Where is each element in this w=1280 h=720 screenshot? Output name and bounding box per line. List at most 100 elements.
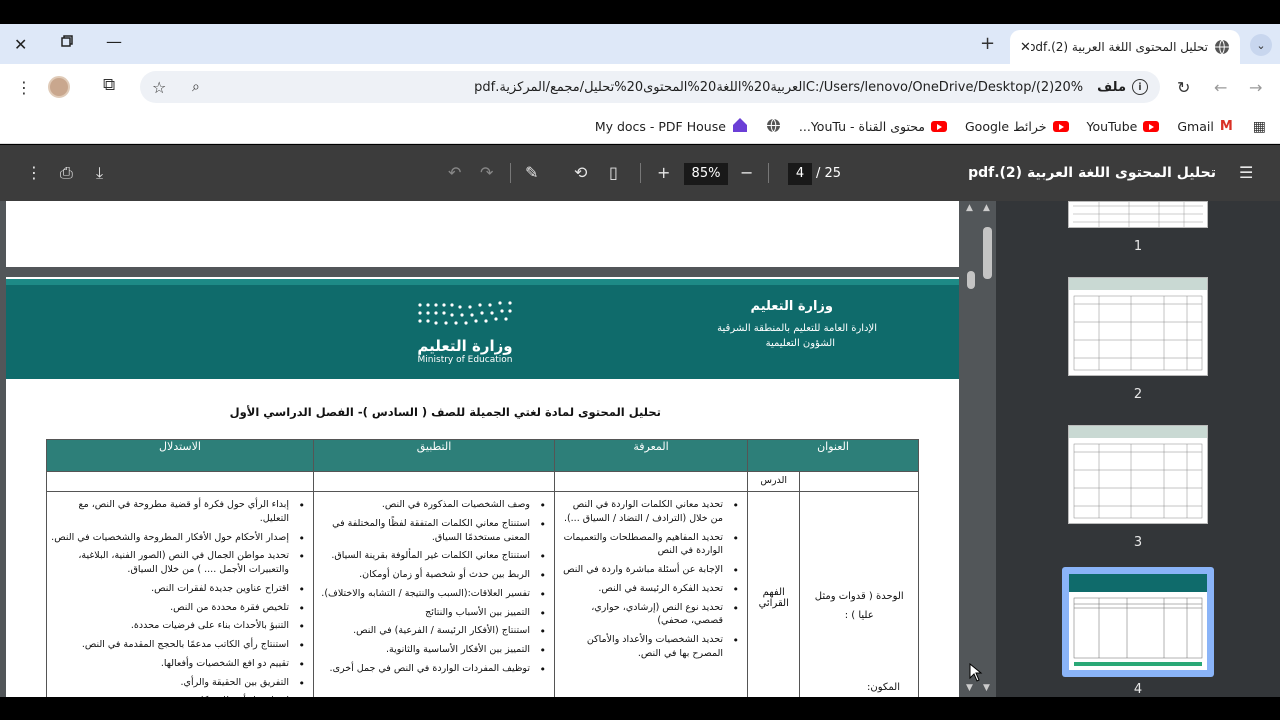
forward-icon[interactable]: →: [1249, 78, 1262, 97]
header-knowledge: المعرفة: [554, 439, 748, 472]
scroll-down-arrow-icon[interactable]: ▼: [966, 683, 973, 693]
tab-search-icon[interactable]: ⌄: [1250, 34, 1272, 56]
undo-icon[interactable]: ↶: [448, 163, 461, 182]
scroll-up-arrow-icon[interactable]: ▲: [983, 203, 990, 213]
pdf-toolbar: ☰ تحليل المحتوى اللغة العربية (2).pdf / …: [0, 145, 1280, 201]
pdf-viewer: وزارة التعليم الإدارة العامة للتعليم بال…: [0, 201, 1280, 697]
list-item: الإجابة عن أسئلة مباشرة واردة في النص: [559, 563, 739, 579]
subheader-empty-cell: [799, 471, 919, 492]
mouse-cursor-icon: [969, 663, 983, 682]
reload-icon[interactable]: ↻: [1177, 78, 1190, 97]
list-item: استنتاج معاني الكلمات المتفقة لفظًا والم…: [318, 517, 546, 545]
scroll-up-arrow-icon[interactable]: ▲: [966, 203, 973, 213]
header-title: العنوان: [747, 439, 919, 472]
ministry-name: وزارة التعليم: [750, 299, 834, 314]
info-icon[interactable]: i: [1132, 79, 1148, 95]
minimize-window-icon[interactable]: —: [106, 32, 122, 51]
thumbnail-page-selected[interactable]: [1068, 573, 1208, 671]
list-item: الربط بين حدث أو شخصية أو زمان أومكان.: [318, 568, 546, 584]
rotate-icon[interactable]: ⟲: [574, 163, 587, 182]
file-chip: ملف: [1097, 79, 1126, 95]
zoom-out-icon[interactable]: −: [740, 163, 753, 182]
close-window-icon[interactable]: ✕: [14, 35, 27, 54]
list-item: تحديد نوع النص (إرشادي، حواري، قصصي، صحف…: [559, 601, 739, 629]
download-icon[interactable]: ⤓: [96, 163, 103, 183]
list-item: استنتاج (الأفكار الرئيسة / الفرعية) في ا…: [318, 624, 546, 640]
youtube-icon: [1143, 121, 1160, 132]
pdf-page-current: وزارة التعليم الإدارة العامة للتعليم بال…: [6, 277, 959, 697]
address-text[interactable]: C:/Users/lenovo/OneDrive/Desktop/(2)20%ا…: [152, 80, 1083, 95]
annotate-icon[interactable]: ✎: [525, 163, 538, 182]
thumbnail-page[interactable]: [1068, 425, 1208, 524]
bookmark-pdf-house[interactable]: My docs - PDF House: [595, 117, 748, 136]
fit-page-icon[interactable]: ▯: [609, 163, 618, 182]
empty-cell: [313, 471, 555, 492]
thumb-scrollbar-thumb[interactable]: [983, 227, 992, 279]
list-item: اقتراح عناوين جديدة لفقرات النص.: [51, 582, 305, 598]
page-total: / 25: [816, 166, 842, 181]
list-item: وصف الشخصيات المذكورة في النص.: [318, 498, 546, 514]
globe-icon: [1214, 39, 1230, 55]
omnibox[interactable]: i ملف C:/Users/lenovo/OneDrive/Desktop/(…: [140, 71, 1160, 103]
close-tab-icon[interactable]: ✕: [1020, 40, 1031, 55]
logo-arabic-text: وزارة التعليم: [417, 337, 513, 355]
pdf-page-previous: [6, 201, 959, 267]
profile-avatar[interactable]: [48, 76, 70, 98]
pdf-menu-icon[interactable]: ☰: [1239, 163, 1253, 182]
back-icon[interactable]: ←: [1214, 78, 1227, 97]
knowledge-list: تحديد معاني الكلمات الواردة في النص من خ…: [555, 492, 747, 661]
table-header-row: العنوان المعرفة التطبيق الاستدلال: [46, 439, 919, 472]
toolbar-divider: [768, 163, 769, 183]
thumbnail-number: 1: [1133, 239, 1143, 254]
page-number-input[interactable]: 4: [788, 163, 812, 185]
list-item: التمييز بين الأفكار الأساسية والثانوية.: [318, 643, 546, 659]
tab-title: تحليل المحتوى اللغة العربية (2).pdf: [1030, 40, 1208, 54]
unit-label: الوحدة ( قدوات ومثل عليا ) :: [814, 591, 904, 621]
bookmarks-bar: ▦ M Gmail YouTube خرائط Google محتوى الق…: [0, 110, 1280, 144]
new-tab-icon[interactable]: +: [980, 33, 995, 54]
more-options-icon[interactable]: ⋮: [26, 163, 42, 182]
zoom-search-icon[interactable]: ⌕: [192, 79, 200, 95]
component-label: المكون:: [866, 682, 900, 693]
extensions-icon[interactable]: ⧉: [103, 75, 115, 95]
active-tab[interactable]: تحليل المحتوى اللغة العربية (2).pdf ✕: [1010, 30, 1240, 64]
zoom-in-icon[interactable]: +: [657, 163, 670, 182]
bottom-black-bar: [0, 697, 1280, 720]
reasoning-cell: إبداء الرأي حول فكرة أو قضية مطروحة في ا…: [46, 490, 314, 697]
bookmark-youtube[interactable]: YouTube: [1087, 119, 1160, 134]
list-item: تقييم دو افع الشخصيات وأفعالها.: [51, 657, 305, 673]
scroll-down-arrow-icon[interactable]: ▼: [983, 683, 990, 693]
bookmark-star-icon[interactable]: ☆: [152, 78, 166, 97]
reasoning-list: إبداء الرأي حول فكرة أو قضية مطروحة في ا…: [47, 492, 313, 697]
thumbnail-number: 3: [1133, 535, 1143, 550]
thumbnail-page[interactable]: [1068, 201, 1208, 228]
gmail-icon: M: [1219, 119, 1233, 134]
redo-icon[interactable]: ↷: [480, 163, 493, 182]
ministry-logo: وزارة التعليم Ministry of Education: [410, 297, 520, 369]
list-item: التمييز بين الأسباب والنتائج: [318, 606, 546, 622]
bookmark-maps[interactable]: خرائط Google: [965, 119, 1069, 134]
ministry-banner: وزارة التعليم الإدارة العامة للتعليم بال…: [6, 279, 959, 379]
print-icon[interactable]: ⎙: [60, 163, 73, 183]
logo-english-text: Ministry of Education: [417, 355, 513, 365]
bookmark-globe[interactable]: [766, 118, 781, 136]
toolbar-divider: [640, 163, 641, 183]
application-list: وصف الشخصيات المذكورة في النص. استنتاج مع…: [314, 492, 554, 678]
table-subheader-row: الدرس: [46, 471, 919, 492]
thumbnail-number: 2: [1133, 387, 1143, 402]
zoom-level-input[interactable]: 85%: [684, 163, 728, 185]
apps-grid-icon[interactable]: ▦: [1253, 119, 1266, 135]
bookmark-channel[interactable]: محتوى القناة - YouTu...: [799, 119, 947, 134]
list-item: تحديد المفاهيم والمصطلحات والتعميمات الو…: [559, 531, 739, 559]
list-item: تحديد مواطن الجمال في النص (الصور الفنية…: [51, 549, 305, 577]
document-heading: تحليل المحتوى لمادة لغتي الجميلة للصف ( …: [229, 405, 661, 419]
list-item: استنتاج رأي الكاتب مدعمًا بالحجج المقدمة…: [51, 638, 305, 654]
menu-dots-icon[interactable]: ⋮: [16, 78, 32, 97]
bookmark-gmail[interactable]: M Gmail: [1177, 119, 1232, 134]
knowledge-cell: تحديد معاني الكلمات الواردة في النص من خ…: [554, 490, 748, 697]
list-item: التفريق بين الحقيقة والرأي.: [51, 676, 305, 692]
header-reasoning: الاستدلال: [46, 439, 314, 472]
thumbnail-page[interactable]: [1068, 277, 1208, 376]
restore-window-icon[interactable]: [60, 34, 74, 48]
main-scrollbar-thumb[interactable]: [967, 271, 975, 289]
